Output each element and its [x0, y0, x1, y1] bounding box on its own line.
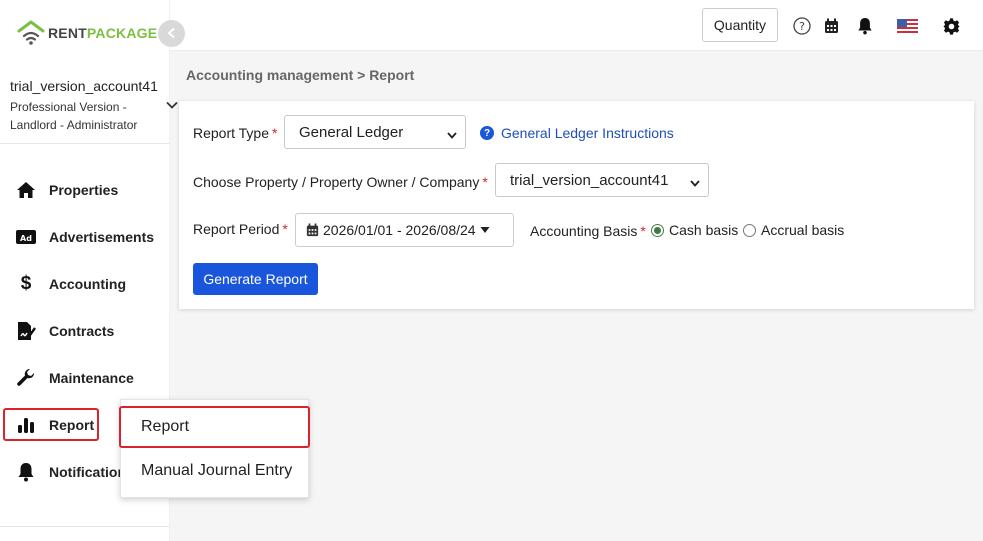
- top-bar: Quantity ?: [170, 0, 983, 51]
- bar-chart-icon: [16, 415, 36, 435]
- dollar-icon: $: [20, 272, 32, 294]
- required-marker: *: [272, 125, 278, 141]
- calendar-icon[interactable]: [822, 17, 840, 35]
- ad-icon: Ad: [16, 227, 36, 247]
- accrual-basis-label: Accrual basis: [761, 222, 845, 238]
- general-ledger-instructions-link[interactable]: ? General Ledger Instructions: [480, 125, 674, 141]
- report-type-value: General Ledger: [299, 123, 404, 141]
- sidebar-item-properties[interactable]: Properties: [0, 166, 170, 213]
- account-plan-line1: Professional Version -: [10, 100, 127, 114]
- required-marker: *: [482, 174, 488, 190]
- property-value: trial_version_account41: [510, 171, 669, 189]
- wifi-house-icon: [16, 18, 46, 48]
- sidebar-item-contracts[interactable]: Contracts: [0, 307, 170, 354]
- accrual-basis-radio[interactable]: Accrual basis: [743, 222, 844, 238]
- help-icon[interactable]: ?: [793, 17, 811, 35]
- property-select[interactable]: trial_version_account41: [495, 163, 709, 197]
- calendar-icon: [306, 223, 319, 237]
- report-period-picker[interactable]: 2026/01/01 - 2026/08/24: [295, 213, 514, 247]
- report-type-label-text: Report Type: [193, 125, 270, 141]
- cash-basis-label: Cash basis: [669, 222, 739, 238]
- account-switcher[interactable]: trial_version_account41 Professional Ver…: [10, 78, 170, 134]
- sidebar-item-label: Advertisements: [49, 228, 155, 245]
- chevron-down-icon[interactable]: [165, 98, 179, 112]
- submenu-item-report[interactable]: Report: [119, 406, 310, 448]
- gear-icon[interactable]: [942, 17, 960, 35]
- bell-icon: [16, 462, 36, 482]
- report-submenu: Report Manual Journal Entry: [119, 399, 310, 498]
- radio-circle-checked: [651, 223, 664, 237]
- collapse-sidebar-button[interactable]: [158, 20, 185, 47]
- wrench-icon: [16, 368, 36, 388]
- required-marker: *: [640, 223, 646, 239]
- chevron-left-icon: [166, 26, 178, 42]
- chevron-down-icon: [447, 127, 457, 139]
- us-flag-icon[interactable]: [896, 17, 918, 35]
- sidebar-item-label: Properties: [49, 181, 119, 198]
- account-name: trial_version_account41: [10, 78, 158, 94]
- brand-logo[interactable]: RENTPACKAGE: [16, 18, 157, 48]
- instructions-link-text: General Ledger Instructions: [501, 125, 674, 141]
- question-circle-icon: ?: [480, 126, 494, 140]
- divider: [0, 526, 170, 527]
- bell-icon[interactable]: [856, 17, 874, 35]
- generate-report-button[interactable]: Generate Report: [193, 263, 318, 295]
- account-plan: Professional Version - Landlord - Admini…: [10, 98, 170, 134]
- required-marker: *: [282, 221, 288, 237]
- report-type-select[interactable]: General Ledger: [284, 115, 466, 149]
- sidebar-item-advertisements[interactable]: Ad Advertisements: [0, 213, 170, 260]
- radio-circle: [743, 223, 756, 237]
- report-type-label: Report Type *: [193, 125, 277, 141]
- home-icon: [16, 180, 36, 200]
- account-plan-line2: Landlord - Administrator: [10, 118, 138, 132]
- divider: [0, 143, 170, 144]
- sidebar-item-accounting[interactable]: $ Accounting: [0, 260, 170, 307]
- submenu-item-manual-journal-entry[interactable]: Manual Journal Entry: [121, 450, 310, 492]
- breadcrumb: Accounting management > Report: [186, 67, 415, 83]
- accounting-basis-label: Accounting Basis *: [530, 223, 646, 239]
- sidebar-item-label: Accounting: [49, 275, 126, 292]
- accounting-basis-label-text: Accounting Basis: [530, 223, 638, 239]
- brand-name-part2: PACKAGE: [86, 25, 158, 41]
- sidebar-item-maintenance[interactable]: Maintenance: [0, 354, 170, 401]
- svg-text:Ad: Ad: [20, 234, 32, 243]
- sidebar-item-label: Contracts: [49, 322, 115, 339]
- sidebar-item-label: Maintenance: [49, 369, 134, 386]
- quantity-button[interactable]: Quantity: [702, 8, 778, 42]
- brand-name: RENTPACKAGE: [48, 25, 157, 41]
- property-label: Choose Property / Property Owner / Compa…: [193, 174, 488, 190]
- contract-icon: [16, 321, 36, 341]
- report-period-label-text: Report Period: [193, 221, 280, 237]
- report-form-card: Report Type * General Ledger ? General Le…: [179, 101, 974, 309]
- caret-down-icon: [480, 226, 490, 234]
- report-period-value: 2026/01/01 - 2026/08/24: [323, 222, 476, 238]
- sidebar-item-label: Report: [49, 416, 95, 433]
- cash-basis-radio[interactable]: Cash basis: [651, 222, 738, 238]
- svg-text:?: ?: [799, 20, 805, 33]
- property-label-text: Choose Property / Property Owner / Compa…: [193, 174, 480, 190]
- chevron-down-icon: [690, 175, 700, 187]
- report-period-label: Report Period *: [193, 221, 288, 237]
- brand-name-part1: RENT: [48, 25, 87, 41]
